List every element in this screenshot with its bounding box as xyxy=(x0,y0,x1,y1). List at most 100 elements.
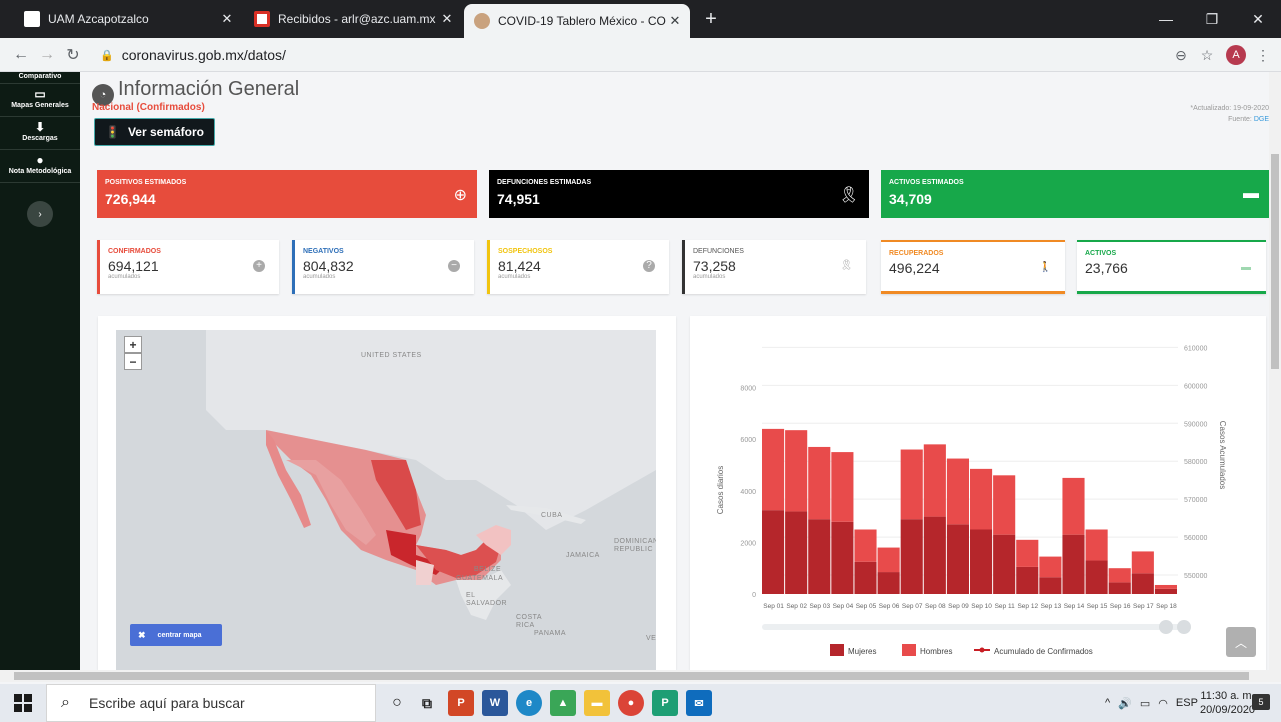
map-label-costa-rica: COSTA RICA xyxy=(516,614,542,629)
mexico-map[interactable]: UNITED STATES CUBA JAMAICA DOMINICAN REP… xyxy=(116,330,656,670)
file-explorer-icon[interactable]: ▬ xyxy=(584,690,610,716)
mail-icon[interactable]: ✉ xyxy=(686,690,712,716)
bar-hombres xyxy=(1108,568,1131,583)
map-label-el-salvador: EL SALVADOR xyxy=(466,592,508,607)
edge-icon[interactable]: e xyxy=(516,690,542,716)
card-label: NEGATIVOS xyxy=(303,248,344,255)
scroll-top-button[interactable]: ︿ xyxy=(1226,627,1256,657)
question-icon: ? xyxy=(643,260,655,272)
search-placeholder: Escribe aquí para buscar xyxy=(89,695,245,711)
x-tick-label: Sep 13 xyxy=(1041,603,1062,610)
zoom-icon[interactable]: ⊖ xyxy=(1170,44,1192,66)
x-tick-label: Sep 10 xyxy=(971,603,992,610)
covid-favicon-icon xyxy=(474,13,490,29)
sidebar-item-label: Mapas Generales xyxy=(11,102,69,109)
sidebar-item-descargas[interactable]: ⬇ Descargas xyxy=(0,117,80,150)
url-field[interactable]: 🔒 coronavirus.gob.mx/datos/ xyxy=(100,42,1140,68)
card-activos: ACTIVOS 23,766 ▬ xyxy=(1077,240,1266,294)
card-sub: acumulados xyxy=(498,274,531,280)
language-indicator[interactable]: ESP xyxy=(1176,697,1198,709)
cortana-icon[interactable]: ○ xyxy=(384,690,410,716)
bar-mujeres xyxy=(900,519,923,594)
chrome-icon[interactable]: ● xyxy=(618,690,644,716)
forward-icon[interactable]: → xyxy=(36,44,58,66)
restore-button[interactable]: ❐ xyxy=(1189,0,1235,38)
chevron-up-icon[interactable]: ^ xyxy=(1105,697,1110,709)
bar-mujeres xyxy=(946,524,969,594)
y-right-tick-label: 610000 xyxy=(1184,345,1207,352)
map-label-cuba: CUBA xyxy=(541,512,563,519)
source-link[interactable]: DGE xyxy=(1254,116,1269,123)
card-value: 804,832 xyxy=(303,258,354,274)
speaker-icon[interactable]: 🔊 xyxy=(1118,697,1132,710)
close-icon[interactable]: ✕ xyxy=(218,11,236,27)
gmail-icon xyxy=(254,11,270,27)
bar-mujeres xyxy=(1062,534,1085,594)
card-confirmados: CONFIRMADOS 694,121 acumulados + xyxy=(97,240,279,294)
tab-uam[interactable]: UAM Azcapotzalco ✕ xyxy=(14,0,242,38)
menu-icon[interactable]: ⋮ xyxy=(1252,44,1274,66)
info-icon: ● xyxy=(36,153,44,167)
back-icon[interactable]: ← xyxy=(10,44,32,66)
x-tick-label: Sep 14 xyxy=(1064,603,1085,610)
bed-icon: ▬ xyxy=(1241,262,1251,273)
page-scrollbar[interactable] xyxy=(1269,72,1281,670)
map-shapes xyxy=(206,330,656,620)
close-icon[interactable]: ✕ xyxy=(438,11,456,27)
photos-icon[interactable]: ▲ xyxy=(550,690,576,716)
star-icon[interactable]: ☆ xyxy=(1196,44,1218,66)
map-label-dominican: DOMINICAN REPUBLIC xyxy=(614,538,656,553)
tab-gmail[interactable]: Recibidos - arlr@azc.uam.mx - C ✕ xyxy=(244,0,462,38)
zoom-out-button[interactable]: − xyxy=(124,353,142,370)
close-window-button[interactable]: ✕ xyxy=(1235,0,1281,38)
task-view-icon[interactable]: ⧉ xyxy=(414,690,440,716)
bar-mujeres xyxy=(1039,577,1062,594)
expand-sidebar-button[interactable]: › xyxy=(27,201,53,227)
address-bar: ← → ↻ 🔒 coronavirus.gob.mx/datos/ ⊖ ☆ A … xyxy=(0,38,1281,72)
center-map-label: centrar mapa xyxy=(157,631,202,639)
bar-hombres xyxy=(1062,477,1085,535)
sidebar-item-comparativo[interactable]: Comparativo xyxy=(0,72,80,84)
semaforo-button[interactable]: 🚦 Ver semáforo xyxy=(94,118,215,146)
card-value: 73,258 xyxy=(693,258,736,274)
close-icon[interactable]: ✕ xyxy=(666,13,684,29)
battery-icon[interactable]: ▭ xyxy=(1140,697,1150,710)
avatar[interactable]: A xyxy=(1226,45,1246,65)
sidebar-item-label: Descargas xyxy=(22,135,58,142)
powerpoint-icon[interactable]: P xyxy=(448,690,474,716)
taskbar-search-box[interactable]: ⌕ Escribe aquí para buscar xyxy=(46,684,376,722)
sidebar-item-nota[interactable]: ● Nota Metodológica xyxy=(0,150,80,183)
monitor-icon: ▭ xyxy=(34,87,46,101)
scrollbar-thumb[interactable] xyxy=(14,672,1249,680)
windows-start-icon[interactable] xyxy=(14,694,32,712)
tab-title: UAM Azcapotzalco xyxy=(48,12,149,26)
scrollbar-thumb[interactable] xyxy=(1271,154,1279,369)
wifi-icon[interactable]: ◠ xyxy=(1158,697,1168,710)
reload-icon[interactable]: ↻ xyxy=(62,44,84,66)
notification-icon[interactable]: 5 xyxy=(1252,694,1270,710)
sidebar-item-mapas[interactable]: ▭ Mapas Generales xyxy=(0,84,80,117)
card-sub: acumulados xyxy=(693,274,726,280)
legend-label: Mujeres xyxy=(848,647,876,656)
clock[interactable]: 11:30 a. m. 20/09/2020 xyxy=(1200,689,1255,717)
source-label: Fuente: xyxy=(1228,116,1254,123)
publisher-icon[interactable]: P xyxy=(652,690,678,716)
x-tick-label: Sep 11 xyxy=(995,603,1016,610)
word-icon[interactable]: W xyxy=(482,690,508,716)
card-sub: acumulados xyxy=(303,274,336,280)
updated-date: *Actualizado: 19-09-2020 xyxy=(1190,105,1269,112)
tab-covid[interactable]: COVID-19 Tablero México - CON ✕ xyxy=(464,4,690,38)
card-label: RECUPERADOS xyxy=(889,250,944,257)
new-tab-button[interactable]: + xyxy=(700,8,722,31)
page-scrollbar-horizontal[interactable] xyxy=(0,670,1281,682)
card-value: 34,709 xyxy=(889,191,932,207)
bar-mujeres xyxy=(970,529,993,594)
bar-hombres xyxy=(970,468,993,530)
center-map-button[interactable]: ✖ centrar mapa xyxy=(130,624,222,646)
url-text: coronavirus.gob.mx/datos/ xyxy=(121,47,286,63)
page-title-text: Información General xyxy=(118,78,300,100)
zoom-in-button[interactable]: + xyxy=(124,336,142,353)
x-tick-label: Sep 09 xyxy=(948,603,969,610)
minimize-button[interactable]: — xyxy=(1143,0,1189,38)
card-activos-estimados: ACTIVOS ESTIMADOS 34,709 ▬ xyxy=(881,170,1269,218)
